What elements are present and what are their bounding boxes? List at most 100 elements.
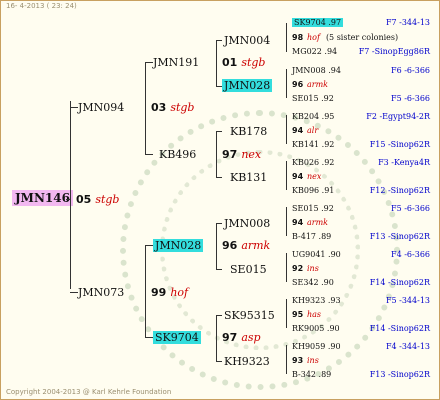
connector-line [286, 69, 287, 98]
gen4-3-bot[interactable]: KB096 .91 [292, 186, 334, 196]
gen4-7-num: 93 [292, 356, 304, 365]
gen4-5-bot[interactable]: SE342 .90 [292, 278, 334, 288]
gen4-5-hname: ins [307, 264, 319, 273]
gen3-a[interactable]: JMN004 [224, 34, 270, 47]
connector-line [145, 245, 146, 337]
connector-line [216, 177, 222, 178]
gen3-h[interactable]: KH9323 [224, 355, 270, 368]
gen4-7-bot-origin: F13 -Sinop62R [369, 370, 430, 379]
connector-line [286, 115, 287, 144]
connector-line [145, 245, 153, 246]
connector-line [70, 292, 78, 293]
connector-line [286, 299, 287, 328]
root-hname: stgb [95, 193, 120, 206]
gen4-0-top-label[interactable]: SK9704 .97 [292, 18, 344, 27]
dam-breeding: 99 hof [151, 286, 188, 299]
gen4-1-top[interactable]: JMN008 .94 [292, 66, 341, 76]
gen4-7-bot[interactable]: B-342 .89 [292, 370, 331, 380]
connector-line [286, 23, 287, 52]
gen4-7-top-origin: F4 -344-13 [385, 342, 430, 351]
gen4-3-bot-origin: F12 -Sinop62R [369, 186, 430, 195]
gen3-b-label[interactable]: JMN028 [222, 79, 273, 92]
gen4-7-hname: ins [307, 356, 319, 365]
gen4-5-num: 92 [292, 264, 304, 273]
gen2-sd-breeding: 97 nex [222, 148, 261, 161]
gen3-f[interactable]: SE015 [230, 263, 267, 276]
connector-line [216, 361, 222, 362]
gen4-6-top-origin: F5 -344-13 [385, 296, 430, 305]
gen4-2-top[interactable]: KB204 .95 [292, 112, 334, 122]
gen2-ss-num: 01 [222, 56, 238, 69]
root-breeding: 05 stgb [76, 193, 119, 206]
gen4-0-note: (5 sister colonies) [325, 33, 399, 42]
gen4-6-num: 95 [292, 310, 304, 319]
gen4-2-top-origin: F2 -Egypt94-2R [366, 112, 430, 121]
gen3-g[interactable]: SK95315 [224, 309, 275, 322]
dam-id[interactable]: JMN073 [78, 286, 124, 299]
connector-line [216, 131, 222, 132]
gen4-4-hname: armk [307, 218, 329, 227]
gen4-6-hname: has [307, 310, 322, 319]
gen2-sd-hname: nex [241, 148, 262, 161]
gen4-1-top-origin: F6 -6-366 [391, 66, 430, 75]
connector-line [286, 345, 287, 374]
gen4-2-hname: alr [307, 126, 319, 135]
gen4-5-top-origin: F4 -6-366 [391, 250, 430, 259]
gen4-1-hname: armk [307, 80, 329, 89]
connector-line [145, 337, 153, 338]
gen4-0-num: 98 [292, 33, 304, 42]
gen2-ds-hname: armk [241, 239, 271, 252]
gen2-ds-id[interactable]: JMN028 [153, 239, 204, 252]
gen4-5-top[interactable]: UG9041 .90 [292, 250, 341, 260]
gen3-b[interactable]: JMN028 [222, 79, 273, 92]
connector-line [216, 131, 217, 177]
gen2-ss-hname: stgb [241, 56, 266, 69]
gen4-0-hname-text: hof [307, 33, 320, 42]
gen4-1-bot[interactable]: SE015 .92 [292, 94, 334, 104]
connector-line [216, 223, 222, 224]
gen4-4-top[interactable]: SE015 .92 [292, 204, 334, 214]
gen4-3-hname: nex [307, 172, 322, 181]
sire-id[interactable]: JMN094 [78, 101, 124, 114]
gen4-4-top-origin: F5 -6-366 [391, 204, 430, 213]
gen4-1-num: 96 [292, 80, 304, 89]
sire-hname: stgb [170, 101, 195, 114]
connector-line [216, 315, 222, 316]
connector-line [145, 62, 153, 63]
root-node[interactable]: JMN146 [12, 190, 73, 206]
root-id[interactable]: JMN146 [12, 190, 73, 206]
gen4-1-bot-origin: F5 -6-366 [391, 94, 430, 103]
gen2-sd-id[interactable]: KB496 [159, 148, 196, 161]
gen4-6-bot[interactable]: RK9005 .90 [292, 324, 340, 334]
gen2-dd-id[interactable]: SK9704 [153, 331, 201, 344]
gen4-0-bot-origin: F7 -SinopEgg86R [358, 47, 430, 56]
connector-line [216, 269, 222, 270]
gen4-0-top[interactable]: SK9704 .97 [292, 18, 344, 28]
gen2-ss-id[interactable]: JMN191 [153, 56, 199, 69]
gen2-dd-num: 97 [222, 331, 238, 344]
connector-line [286, 253, 287, 282]
connector-line [70, 107, 78, 108]
gen2-ds-num: 96 [222, 239, 238, 252]
gen4-3-top[interactable]: KB026 .92 [292, 158, 334, 168]
gen3-d[interactable]: KB131 [230, 171, 267, 184]
gen2-sd-num: 97 [222, 148, 238, 161]
gen4-2-bot[interactable]: KB141 .92 [292, 140, 334, 150]
gen2-ds-label[interactable]: JMN028 [153, 239, 204, 252]
gen3-e[interactable]: JMN008 [224, 217, 270, 230]
gen4-4-bot[interactable]: B-417 .89 [292, 232, 331, 242]
connector-line [145, 62, 146, 154]
gen3-c[interactable]: KB178 [230, 125, 267, 138]
gen4-2-num: 94 [292, 126, 304, 135]
gen4-0-bot[interactable]: MG022 .94 [292, 47, 337, 57]
connector-line [286, 161, 287, 190]
gen2-dd-hname: asp [241, 331, 261, 344]
gen4-6-bot-origin: F14 -Sinop62R [369, 324, 430, 333]
gen4-6-top[interactable]: KH9323 .93 [292, 296, 341, 306]
root-num: 05 [76, 193, 92, 206]
gen2-dd-label[interactable]: SK9704 [153, 331, 201, 344]
gen4-2-bot-origin: F15 -Sinop62R [369, 140, 430, 149]
copyright-text: Copyright 2004-2013 @ Karl Kehrle Founda… [6, 388, 172, 396]
gen4-7-top[interactable]: KH9059 .90 [292, 342, 341, 352]
gen4-3-top-origin: F3 -Kenya4R [378, 158, 430, 167]
